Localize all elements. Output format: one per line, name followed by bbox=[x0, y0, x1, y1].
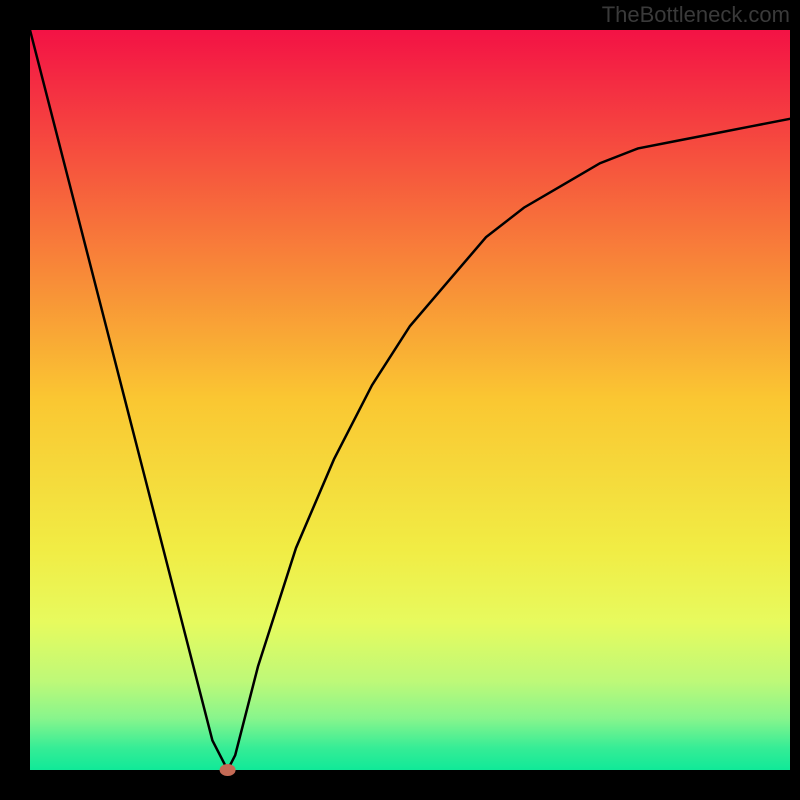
chart-root: TheBottleneck.com bbox=[0, 0, 800, 800]
watermark-label: TheBottleneck.com bbox=[602, 2, 790, 28]
bottleneck-chart bbox=[0, 0, 800, 800]
minimum-marker bbox=[220, 764, 236, 776]
